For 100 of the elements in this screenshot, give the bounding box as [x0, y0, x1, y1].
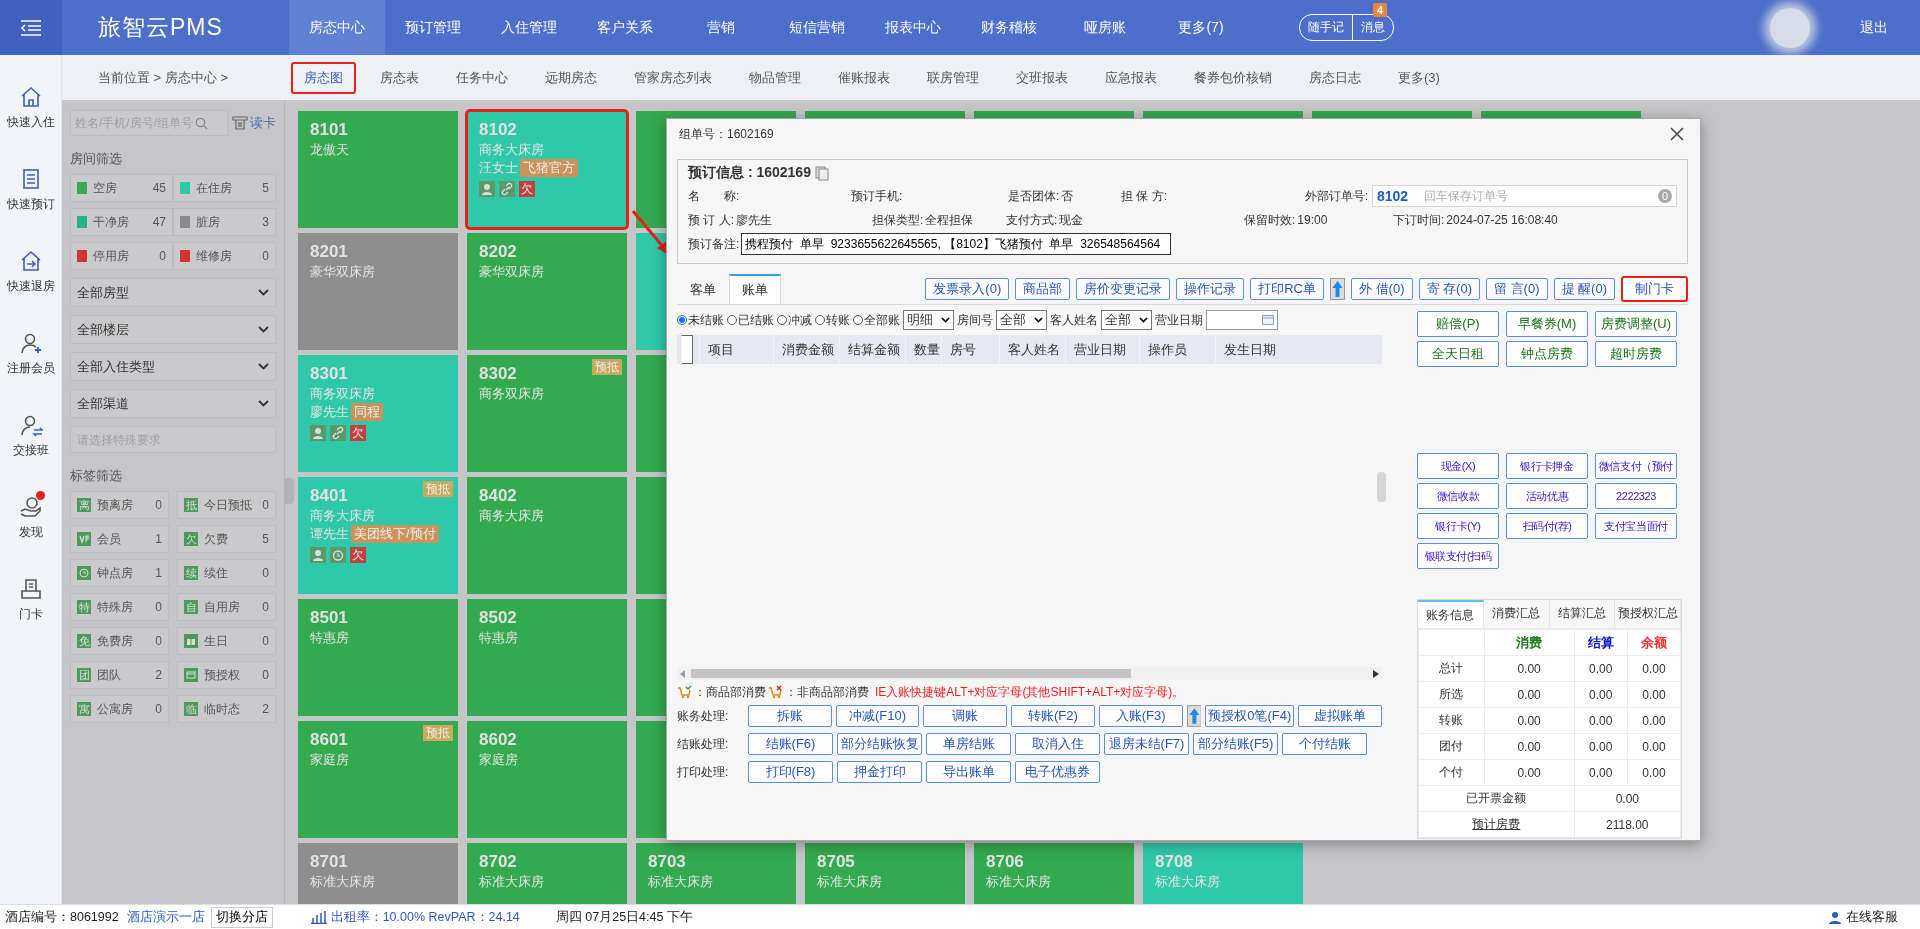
toolbar-button[interactable]: 制门卡	[1621, 276, 1688, 302]
order-number-input[interactable]: 回车保存订单号	[1422, 188, 1644, 204]
up-arrow-icon[interactable]	[1186, 705, 1202, 727]
action-button[interactable]: 结账(F6)	[748, 733, 833, 755]
horizontal-scrollbar[interactable]	[677, 667, 1382, 680]
switch-store-button[interactable]: 切换分店	[210, 906, 273, 928]
subnav-tab[interactable]: 物品管理	[736, 61, 814, 94]
quick-note-button[interactable]: 随手记	[1300, 19, 1352, 36]
action-button[interactable]: 打印(F8)	[748, 761, 833, 783]
radio-button[interactable]	[777, 315, 787, 325]
filter-dropdown[interactable]: 全部房型	[70, 278, 276, 307]
date-field[interactable]	[1206, 310, 1278, 330]
charge-button[interactable]: 早餐券(M)	[1506, 311, 1588, 337]
nav-tab[interactable]: 短信营销	[769, 0, 865, 55]
nav-tab[interactable]: 入住管理	[481, 0, 577, 55]
sidebar-item[interactable]: 交接班	[0, 395, 61, 477]
subnav-tab[interactable]: 应急报表	[1092, 61, 1170, 94]
scroll-right-icon[interactable]	[1373, 669, 1379, 678]
room-filter[interactable]: 维修房 0	[173, 242, 276, 270]
filter-dropdown[interactable]: 全部入住类型	[70, 352, 276, 381]
payment-button[interactable]: 银行卡(Y)	[1417, 513, 1499, 539]
action-button[interactable]: 押金打印	[837, 761, 922, 783]
tag-filter[interactable]: 团 团队 2	[70, 661, 169, 689]
subnav-tab[interactable]: 房态日志	[1296, 61, 1374, 94]
radio-option[interactable]: 全部账	[853, 311, 900, 329]
dialog-tab[interactable]: 客单	[677, 275, 729, 304]
radio-button[interactable]	[815, 315, 825, 325]
subnav-tab[interactable]: 管家房态列表	[621, 61, 725, 94]
tag-filter[interactable]: 特 特殊房 0	[70, 593, 169, 621]
subnav-tab[interactable]: 更多(3)	[1385, 61, 1453, 94]
subnav-tab[interactable]: 催账报表	[825, 61, 903, 94]
subnav-tab[interactable]: 交班报表	[1003, 61, 1081, 94]
filter-dropdown[interactable]: 全部楼层	[70, 315, 276, 344]
toolbar-button[interactable]: 提 醒(0)	[1553, 278, 1615, 300]
subnav-tab[interactable]: 房态图	[291, 61, 356, 94]
action-button[interactable]: 电子优惠券	[1015, 761, 1100, 783]
menu-button[interactable]	[0, 0, 62, 55]
payment-button[interactable]: 活动优惠	[1506, 483, 1588, 509]
action-button[interactable]: 调账	[923, 705, 1008, 727]
charge-button[interactable]: 赔偿(P)	[1417, 311, 1499, 337]
radio-option[interactable]: 转账	[815, 311, 850, 329]
select-dropdown[interactable]: 全部	[996, 310, 1047, 330]
room-tile[interactable]: 8102 商务大床房 汪女士 飞猪官方 欠	[467, 111, 627, 228]
toolbar-button[interactable]: 打印RC单	[1250, 278, 1324, 300]
radio-option[interactable]: 未结账	[677, 311, 724, 329]
tag-filter[interactable]: 预授权 0	[177, 661, 276, 689]
payment-button[interactable]: 扫码付(荐)	[1506, 513, 1588, 539]
summary-tab[interactable]: 结算汇总	[1549, 600, 1616, 628]
sidebar-item[interactable]: 发现	[0, 477, 61, 559]
summary-tab[interactable]: 账务信息	[1418, 600, 1484, 628]
dialog-tab[interactable]: 账单	[729, 274, 781, 304]
subnav-tab[interactable]: 任务中心	[443, 61, 521, 94]
nav-tab[interactable]: 更多(7)	[1153, 0, 1249, 55]
nav-tab[interactable]: 哑房账	[1057, 0, 1153, 55]
estimate-link[interactable]: 预计房费	[1418, 811, 1575, 838]
sidebar-item[interactable]: 注册会员	[0, 313, 61, 395]
action-button[interactable]: 部分结账(F5)	[1193, 733, 1278, 755]
tag-filter[interactable]: 临 临时态 2	[177, 695, 276, 723]
sidebar-item[interactable]: 门卡	[0, 559, 61, 641]
nav-tab[interactable]: 营销	[673, 0, 769, 55]
logout-link[interactable]: 退出	[1860, 18, 1888, 37]
filter-dropdown[interactable]: 全部渠道	[70, 389, 276, 418]
radio-option[interactable]: 已结账	[727, 311, 774, 329]
room-filter[interactable]: 脏房 3	[173, 208, 276, 236]
radio-option[interactable]: 冲减	[777, 311, 812, 329]
action-button[interactable]: 部分结账恢复	[837, 733, 922, 755]
charge-button[interactable]: 钟点房费	[1506, 341, 1588, 367]
tag-filter[interactable]: 免 免费房 0	[70, 627, 169, 655]
radio-button[interactable]	[677, 315, 687, 325]
action-button[interactable]: 个付结账	[1282, 733, 1367, 755]
room-tile[interactable]: 8401 商务大床房 谭先生 美团线下/预付 欠 预抵	[298, 477, 458, 594]
nav-tab[interactable]: 报表中心	[865, 0, 961, 55]
close-icon[interactable]	[1670, 127, 1684, 141]
action-button[interactable]: 取消入住	[1015, 733, 1100, 755]
nav-tab[interactable]: 预订管理	[385, 0, 481, 55]
online-support-link[interactable]: 在线客服	[1828, 908, 1898, 926]
charge-button[interactable]: 房费调整(U)	[1595, 311, 1677, 337]
action-button[interactable]: 导出账单	[926, 761, 1011, 783]
radio-button[interactable]	[853, 315, 863, 325]
toolbar-button[interactable]: 操作记录	[1176, 278, 1245, 300]
tag-filter[interactable]: 生日 0	[177, 627, 276, 655]
nav-tab[interactable]: 客户关系	[577, 0, 673, 55]
charge-button[interactable]: 超时房费	[1595, 341, 1677, 367]
sidebar-item[interactable]: 快速入住	[0, 67, 61, 149]
tag-filter[interactable]: 离 预离房 0	[70, 491, 169, 519]
select-dropdown[interactable]: 明细	[903, 310, 954, 330]
tag-filter[interactable]: 寓 公寓房 0	[70, 695, 169, 723]
room-tile[interactable]: 8301 商务双床房 廖先生 同程 欠	[298, 355, 458, 472]
payment-button[interactable]: 支付宝当面付	[1595, 513, 1677, 539]
subnav-tab[interactable]: 房态表	[367, 61, 432, 94]
toolbar-button[interactable]: 发票录入(0)	[925, 278, 1010, 300]
radio-button[interactable]	[727, 315, 737, 325]
room-filter[interactable]: 干净房 47	[70, 208, 173, 236]
tag-filter[interactable]: 欠 欠费 5	[177, 525, 276, 553]
sidebar-item[interactable]: 快速预订	[0, 149, 61, 231]
messages-button[interactable]: 消息	[1353, 19, 1393, 36]
action-button[interactable]: 入账(F3)	[1098, 705, 1183, 727]
scroll-left-icon[interactable]	[680, 669, 686, 678]
copy-icon[interactable]	[814, 165, 829, 181]
collapse-handle[interactable]	[1377, 472, 1386, 502]
